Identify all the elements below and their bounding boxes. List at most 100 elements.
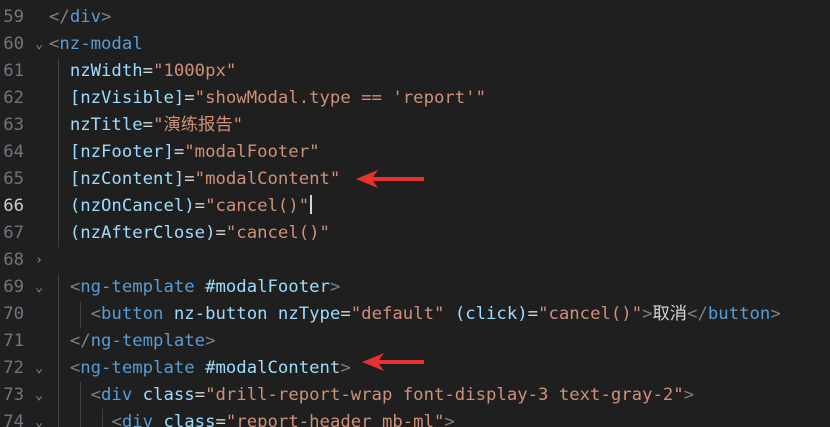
- code-token: <: [90, 385, 102, 405]
- code-token: "showModal.type == 'report'": [194, 88, 486, 108]
- line-number: 61: [3, 61, 24, 81]
- code-token: [nzFooter]: [69, 142, 174, 162]
- code-line[interactable]: 66 (nzOnCancel)="cancel()": [0, 193, 830, 220]
- code-line[interactable]: 73 ⌄ <div class="drill-report-wrap font-d…: [0, 382, 830, 409]
- code-token: class: [142, 385, 195, 405]
- code-token: ": [232, 115, 244, 135]
- code-token: "cancel()": [225, 223, 330, 243]
- fold-chevron-down-icon[interactable]: ⌄: [31, 31, 47, 58]
- code-token: <: [69, 277, 81, 297]
- code-line[interactable]: 67 (nzAfterClose)="cancel()": [0, 220, 830, 247]
- code-text: </ng-template>: [49, 328, 216, 355]
- code-token: =: [340, 304, 351, 324]
- code-token: nzTitle: [69, 115, 143, 135]
- code-token: >: [101, 7, 112, 27]
- code-line[interactable]: 69 ⌄ <ng-template #modalFooter>: [0, 274, 830, 301]
- line-number: 64: [3, 142, 24, 162]
- fold-chevron-down-icon[interactable]: ⌄: [31, 382, 47, 409]
- code-line[interactable]: 64 [nzFooter]="modalFooter": [0, 139, 830, 166]
- line-number: 72: [3, 358, 24, 378]
- fold-chevron-right-icon[interactable]: ›: [31, 247, 47, 274]
- code-token: >: [340, 358, 351, 378]
- code-token: "drill-report-wrap font-display-3 text-g…: [205, 385, 684, 405]
- code-token: (nzAfterClose): [69, 223, 216, 243]
- line-number: 59: [3, 7, 24, 27]
- code-token: button: [707, 304, 771, 324]
- code-token: nzType: [277, 304, 341, 324]
- line-number: 70: [3, 304, 24, 324]
- fold-chevron-down-icon[interactable]: ⌄: [31, 409, 47, 427]
- fold-chevron-down-icon[interactable]: ⌄: [31, 274, 47, 301]
- code-line[interactable]: 63 nzTitle="演练报告": [0, 112, 830, 139]
- code-token: >: [770, 304, 781, 324]
- code-line[interactable]: 70 <button nz-button nzType="default" (c…: [0, 301, 830, 328]
- code-text: (nzAfterClose)="cancel()": [49, 220, 330, 247]
- code-token: <: [49, 34, 60, 54]
- code-editor[interactable]: 59 </div> 60 ⌄ <nz-modal 61 nzWidth="1000px" 6…: [0, 0, 830, 427]
- code-token: =: [173, 142, 185, 162]
- code-token: nz-modal: [59, 34, 143, 54]
- code-token: =: [142, 115, 154, 135]
- code-line[interactable]: 59 </div>: [0, 4, 830, 31]
- fold-chevron-down-icon[interactable]: ⌄: [31, 355, 47, 382]
- code-token: "modalContent": [194, 169, 341, 189]
- code-line[interactable]: 61 nzWidth="1000px": [0, 58, 830, 85]
- line-number: 71: [3, 331, 24, 351]
- code-token: "1000px": [153, 61, 237, 81]
- code-token: =: [215, 412, 226, 427]
- code-token: ng-template: [90, 331, 206, 351]
- code-text: </div>: [49, 4, 111, 31]
- line-number: 73: [3, 385, 24, 405]
- code-token: ": [153, 115, 164, 135]
- code-token: 演练报告: [163, 115, 233, 135]
- line-number: 63: [3, 115, 24, 135]
- code-token: "report-header mb-ml": [225, 412, 445, 427]
- line-number: 74: [3, 412, 24, 427]
- line-number: 69: [3, 277, 24, 297]
- code-token: >: [683, 385, 695, 405]
- code-token: =: [215, 223, 226, 243]
- code-token: nz-button: [173, 304, 268, 324]
- code-token: [nzVisible]: [69, 88, 185, 108]
- code-token: 取消: [652, 304, 688, 324]
- code-text: <ng-template #modalContent>: [49, 355, 351, 382]
- code-text: nzTitle="演练报告": [49, 112, 243, 139]
- code-token: ng-template: [80, 277, 195, 297]
- code-token: =: [194, 385, 206, 405]
- code-line[interactable]: 62 [nzVisible]="showModal.type == 'repor…: [0, 85, 830, 112]
- line-number: 65: [3, 169, 24, 189]
- code-line[interactable]: 68 ›: [0, 247, 830, 274]
- code-token: (click): [454, 304, 528, 324]
- code-token: >: [205, 331, 216, 351]
- code-token: <: [69, 358, 81, 378]
- line-number: 67: [3, 223, 24, 243]
- code-token: "modalFooter": [184, 142, 320, 162]
- code-token: "cancel()": [538, 304, 643, 324]
- text-cursor: [310, 195, 313, 214]
- code-line[interactable]: 74 ⌄ <div class="report-header mb-ml">: [0, 409, 830, 427]
- code-text: <nz-modal: [49, 31, 143, 58]
- code-token: </: [49, 7, 70, 27]
- code-token: "cancel()": [205, 196, 310, 216]
- code-token: [nzContent]: [69, 169, 185, 189]
- code-token: class: [163, 412, 216, 427]
- code-token: =: [184, 88, 195, 108]
- code-line[interactable]: 60 ⌄ <nz-modal: [0, 31, 830, 58]
- code-text: nzWidth="1000px": [49, 58, 236, 85]
- line-number: 60: [3, 34, 24, 54]
- code-token: div: [121, 412, 154, 427]
- code-text: <div class="drill-report-wrap font-displ…: [49, 382, 694, 409]
- code-token: button: [101, 304, 164, 324]
